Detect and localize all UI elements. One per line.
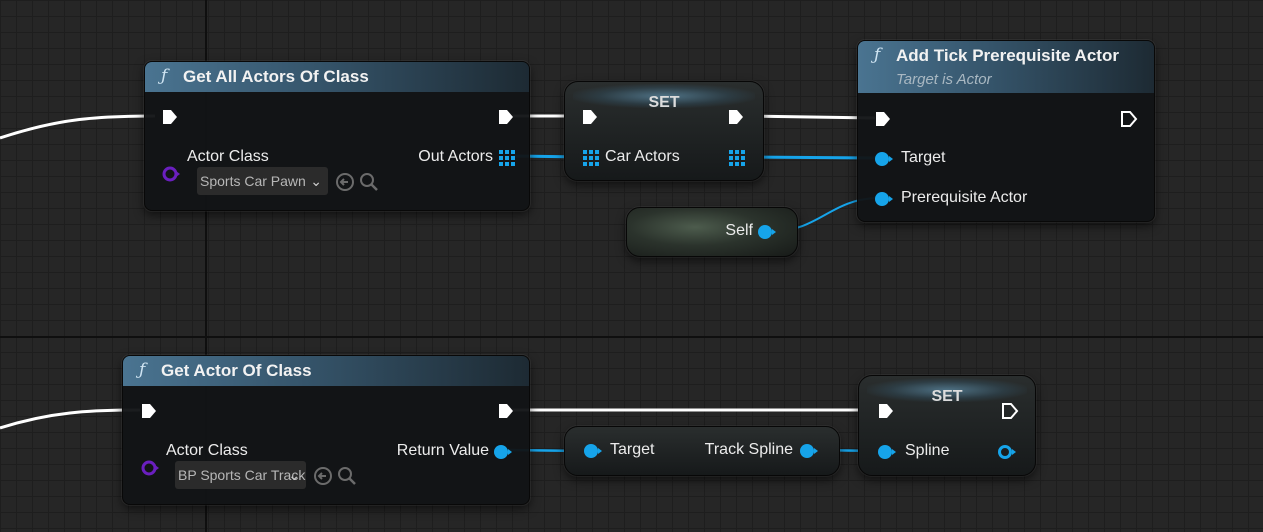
exec-in-pin-icon[interactable] xyxy=(140,402,158,420)
actor-class-label: Actor Class xyxy=(187,148,269,165)
exec-out-pin-icon[interactable] xyxy=(1120,110,1138,128)
node-set-spline[interactable]: SET Spline xyxy=(858,375,1036,476)
node-get-all-actors-of-class[interactable]: ƒ Get All Actors Of Class Actor Class Sp… xyxy=(144,61,530,211)
self-label: Self xyxy=(725,222,753,239)
node-set-car-actors[interactable]: SET Car Actors xyxy=(564,81,764,181)
chevron-down-icon: ⌄ xyxy=(288,467,300,483)
object-pin-icon[interactable] xyxy=(874,191,894,207)
function-icon: ƒ xyxy=(139,360,146,380)
object-pin-icon[interactable] xyxy=(493,444,513,460)
use-selected-icon[interactable] xyxy=(313,466,333,486)
chevron-down-icon: ⌄ xyxy=(310,173,322,189)
target-pin-label: Target xyxy=(901,149,946,166)
search-icon[interactable] xyxy=(359,172,379,192)
node-self[interactable]: Self xyxy=(626,207,798,257)
class-pin-icon[interactable] xyxy=(161,164,181,184)
function-icon: ƒ xyxy=(874,45,881,65)
exec-out-pin-icon[interactable] xyxy=(727,108,745,126)
exec-in-pin-icon[interactable] xyxy=(161,108,179,126)
out-actors-label: Out Actors xyxy=(418,148,493,165)
exec-wire xyxy=(744,114,876,120)
object-pin-icon[interactable] xyxy=(799,443,819,459)
actor-class-value: Sports Car Pawn xyxy=(200,173,306,189)
track-spline-label: Track Spline xyxy=(704,441,793,458)
exec-out-pin-icon[interactable] xyxy=(497,108,515,126)
node-title: Get All Actors Of Class xyxy=(183,67,369,86)
node-title: Add Tick Prerequisite Actor xyxy=(896,46,1119,65)
class-pin-icon[interactable] xyxy=(140,458,160,478)
node-track-spline-getter[interactable]: Target Track Spline xyxy=(564,426,840,476)
exec-out-pin-icon[interactable] xyxy=(497,402,515,420)
return-value-label: Return Value xyxy=(396,442,489,459)
object-pin-icon[interactable] xyxy=(757,224,777,240)
target-pin-label: Target xyxy=(610,441,655,458)
node-get-actor-of-class[interactable]: ƒ Get Actor Of Class Actor Class BP Spor… xyxy=(122,355,530,505)
prerequisite-actor-label: Prerequisite Actor xyxy=(901,189,1028,206)
search-icon[interactable] xyxy=(337,466,357,486)
exec-out-pin-icon[interactable] xyxy=(1001,402,1019,420)
array-pin-icon[interactable] xyxy=(499,150,515,166)
exec-wire xyxy=(0,408,141,430)
object-pin-icon[interactable] xyxy=(877,444,897,460)
actor-class-dropdown[interactable]: Sports Car Pawn ⌄ xyxy=(197,167,328,195)
node-title: Get Actor Of Class xyxy=(161,361,312,380)
function-icon: ƒ xyxy=(161,66,168,86)
car-actors-label: Car Actors xyxy=(605,148,680,165)
object-pin-icon[interactable] xyxy=(874,151,894,167)
array-pin-icon[interactable] xyxy=(583,150,599,166)
node-subtitle: Target is Actor xyxy=(896,71,992,88)
object-pin-icon[interactable] xyxy=(583,443,603,459)
actor-class-dropdown[interactable]: BP Sports Car Track ⌄ xyxy=(175,461,306,489)
exec-in-pin-icon[interactable] xyxy=(877,402,895,420)
use-selected-icon[interactable] xyxy=(335,172,355,192)
exec-in-pin-icon[interactable] xyxy=(874,110,892,128)
object-out-pin-icon[interactable] xyxy=(997,444,1017,460)
exec-in-pin-icon[interactable] xyxy=(581,108,599,126)
node-add-tick-prerequisite-actor[interactable]: ƒ Add Tick Prerequisite Actor Target is … xyxy=(857,40,1155,222)
actor-class-label: Actor Class xyxy=(166,442,248,459)
spline-pin-label: Spline xyxy=(905,442,950,459)
exec-wire xyxy=(0,114,156,140)
array-pin-icon[interactable] xyxy=(729,150,745,166)
actor-class-value: BP Sports Car Track xyxy=(178,467,306,483)
